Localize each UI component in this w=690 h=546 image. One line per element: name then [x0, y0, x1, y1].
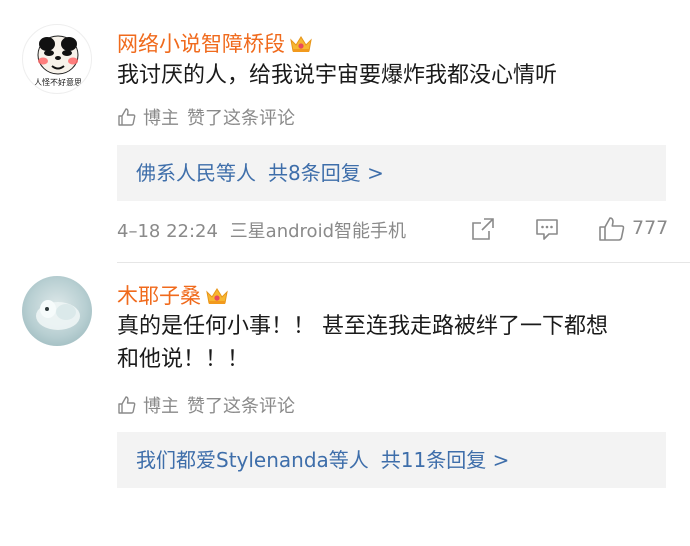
author-liked-note: 博主 赞了这条评论 — [117, 104, 295, 132]
author-liked-note: 博主 赞了这条评论 — [117, 392, 295, 420]
replies-preview[interactable]: 佛系人民等人 共8条回复 > — [117, 145, 666, 201]
comment-text-line: 真的是任何小事！！ 甚至连我走路被绊了一下都想 — [117, 314, 608, 339]
replies-users[interactable]: 我们都爱Stylenanda等人 — [136, 448, 369, 472]
comment-meta: 4–18 22:24 三星android智能手机 — [117, 217, 406, 243]
comment-text: 我讨厌的人，给我说宇宙要爆炸我都没心情听 — [117, 63, 558, 88]
thumbs-up-icon[interactable] — [598, 216, 626, 246]
comment-item: 人怪不好意思 网络小说智障桥段 我讨厌的人，给我说宇宙要爆炸我都没心情听 博主赞… — [0, 0, 690, 265]
username[interactable]: 网络小说智障桥段 — [117, 28, 313, 59]
comment-icon[interactable] — [534, 216, 560, 246]
username-text[interactable]: 木耶子桑 — [117, 284, 201, 308]
thumbs-up-icon — [117, 107, 137, 132]
avatar[interactable]: 人怪不好意思 — [22, 24, 92, 94]
liked-author: 博主 — [143, 396, 179, 417]
crown-icon — [289, 34, 313, 59]
username-text[interactable]: 网络小说智障桥段 — [117, 32, 285, 56]
like-count: 777 — [632, 217, 669, 239]
timestamp: 4–18 22:24 — [117, 221, 218, 242]
divider — [117, 262, 690, 263]
comment-text-line: 和他说！！！ — [117, 347, 250, 372]
comment-text: 真的是任何小事！！ 甚至连我走路被绊了一下都想 和他说！！！ — [117, 310, 670, 376]
replies-count[interactable]: 共8条回复 > — [268, 161, 384, 185]
share-icon[interactable] — [470, 216, 496, 246]
username[interactable]: 木耶子桑 — [117, 280, 229, 311]
liked-text: 赞了这条评论 — [187, 396, 295, 417]
liked-author: 博主 — [143, 108, 179, 129]
replies-count[interactable]: 共11条回复 > — [381, 448, 510, 472]
avatar-caption: 人怪不好意思 — [34, 77, 82, 87]
replies-users[interactable]: 佛系人民等人 — [136, 161, 256, 185]
replies-preview[interactable]: 我们都爱Stylenanda等人 共11条回复 > — [117, 432, 666, 488]
avatar[interactable] — [22, 276, 92, 346]
comment-item: 木耶子桑 真的是任何小事！！ 甚至连我走路被绊了一下都想 和他说！！！ 博主 赞了… — [0, 268, 690, 546]
thumbs-up-icon — [117, 395, 137, 420]
device: 三星android智能手机 — [229, 221, 406, 242]
liked-text: 赞了这条评论 — [187, 108, 295, 129]
crown-icon — [205, 286, 229, 311]
